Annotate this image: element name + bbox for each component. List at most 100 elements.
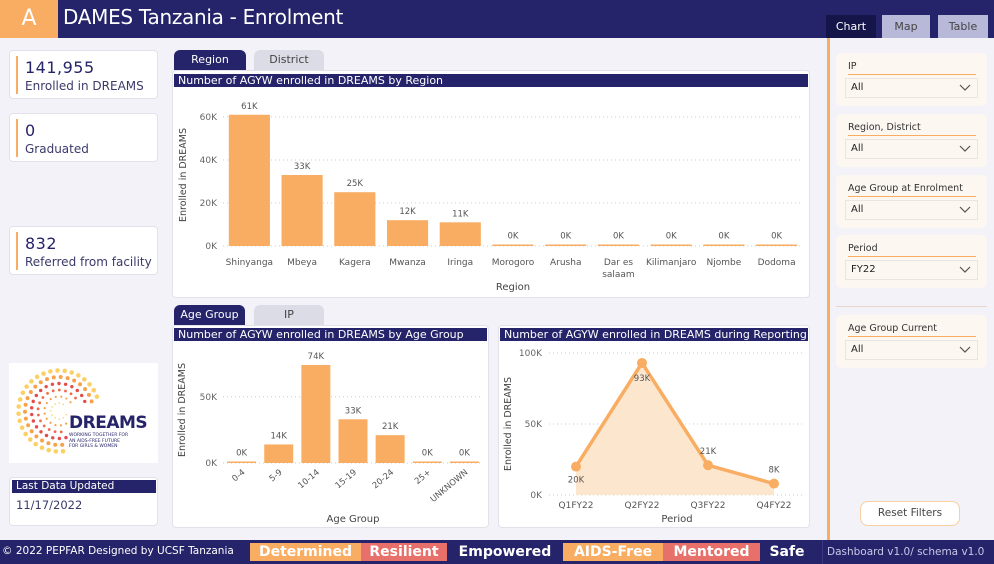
dreams-logo: DREAMS WORKING TOGETHER FOR AN AIDS-FREE…: [9, 363, 158, 463]
logo-dot: [34, 393, 39, 398]
tab-region[interactable]: Region: [174, 50, 246, 70]
slicer-underline: [848, 74, 976, 75]
logo-dot: [17, 397, 23, 402]
tab-table[interactable]: Table: [938, 15, 988, 38]
logo-dot: [23, 416, 28, 421]
logo-dot: [31, 419, 36, 423]
logo-dot: [23, 409, 28, 414]
x-tick-label: Q4FY22: [757, 501, 792, 511]
tab-chart[interactable]: Chart: [826, 15, 876, 38]
logo-dot: [41, 371, 46, 376]
y-tick-label: 40K: [200, 156, 218, 166]
logo-dot: [58, 402, 61, 404]
x-axis-title: Age Group: [327, 514, 380, 525]
age-chart: 0K 50K 0K 0-4 14K 5-9 74K 10-14 33K 15-19 21K 20-24…: [177, 352, 483, 525]
x-tick-label: Mbeya: [287, 258, 317, 268]
logo-dot: [78, 382, 83, 387]
data-label: 14K: [271, 431, 288, 441]
x-tick-label: Q3FY22: [691, 501, 726, 511]
y-tick-label: 0K: [205, 459, 218, 469]
logo-dot: [31, 399, 35, 404]
x-tick-label: Dar es: [604, 258, 634, 268]
x-tick-label: 5-9: [268, 468, 285, 485]
y-axis-title: Enrolled in DREAMS: [503, 377, 514, 471]
slicer-age-group-enrolment: Age Group at Enrolment All: [836, 175, 987, 228]
age-group-current-dropdown[interactable]: All: [845, 340, 978, 360]
logo-dot: [39, 419, 42, 423]
logo-dot: [46, 447, 52, 453]
data-label: 20K: [568, 476, 585, 486]
slicer-label: Period: [848, 243, 878, 254]
logo-dot: [65, 397, 68, 400]
bar: [650, 244, 692, 246]
kpi-value: 0: [25, 121, 36, 140]
kpi-value: 141,955: [25, 58, 95, 77]
logo-dot: [59, 430, 63, 434]
logo-dot: [51, 375, 56, 380]
chevron-down-icon: [959, 84, 971, 91]
kpi-accent-bar: [16, 119, 18, 157]
logo-dot: [28, 389, 33, 394]
region-district-dropdown[interactable]: All: [845, 139, 978, 159]
logo-dot: [29, 379, 34, 384]
data-point: [637, 357, 647, 368]
tag-resilient: Resilient: [361, 543, 447, 561]
x-tick-label: Kilimanjaro: [646, 258, 697, 268]
slicer-region-district: Region, District All: [836, 114, 987, 167]
logo-dot: [60, 442, 65, 447]
kpi-graduated: 0 Graduated: [9, 113, 158, 162]
logo-dot: [47, 428, 51, 431]
ip-dropdown[interactable]: All: [845, 78, 978, 98]
bar: [439, 222, 481, 246]
data-label: 74K: [308, 352, 325, 362]
tag-safe: Safe: [769, 544, 805, 560]
data-label: 33K: [345, 406, 362, 416]
slicer-underline: [848, 135, 976, 136]
logo-dot: [39, 388, 43, 393]
page-title: DAMES Tanzania - Enrolment: [63, 5, 344, 29]
y-tick-label: 100K: [519, 349, 543, 359]
logo-dot: [50, 382, 55, 387]
x-tick-label: Dodoma: [758, 258, 796, 268]
tag-mentored: Mentored: [663, 543, 760, 561]
logo-dot: [57, 388, 61, 392]
logo-dot: [29, 429, 34, 434]
last-updated-card: Last Data Updated 11/17/2022: [9, 477, 158, 526]
tag-determined: Determined: [250, 543, 361, 561]
tab-map[interactable]: Map: [882, 15, 930, 38]
reset-filters-button[interactable]: Reset Filters: [860, 501, 960, 526]
logo-dot: [51, 389, 55, 393]
logo-dot: [46, 392, 49, 395]
y-tick-label: 0K: [205, 242, 218, 252]
y-tick-label: 60K: [200, 113, 218, 123]
dropdown-value: All: [851, 82, 864, 93]
logo-dot: [50, 410, 52, 412]
app-logo: A: [0, 0, 58, 38]
bar: [264, 444, 294, 463]
slicer-label: Region, District: [848, 122, 921, 133]
logo-dot: [86, 392, 91, 397]
kpi-label: Referred from facility: [25, 255, 152, 269]
tab-ip[interactable]: IP: [254, 305, 324, 325]
tab-age-group[interactable]: Age Group: [174, 305, 245, 325]
y-tick-label: 50K: [525, 420, 543, 430]
data-label: 0K: [508, 232, 519, 242]
logo-dot: [40, 438, 45, 443]
logo-dot: [62, 403, 65, 406]
tab-district[interactable]: District: [254, 50, 324, 70]
slicer-label: IP: [848, 61, 857, 72]
logo-dot: [49, 397, 52, 401]
logo-dot: [38, 401, 42, 405]
data-label: 33K: [294, 162, 311, 172]
logo-dot: [51, 406, 53, 408]
chevron-down-icon: [959, 145, 971, 152]
logo-dot: [29, 406, 34, 410]
age-group-enrolment-dropdown[interactable]: All: [845, 200, 978, 220]
x-tick-label: salaam: [602, 270, 635, 280]
period-dropdown[interactable]: FY22: [845, 260, 978, 280]
bar: [338, 419, 368, 463]
logo-dot: [34, 425, 39, 429]
logo-dot: [51, 436, 55, 440]
logo-dot: [25, 396, 30, 401]
bar: [228, 114, 270, 247]
